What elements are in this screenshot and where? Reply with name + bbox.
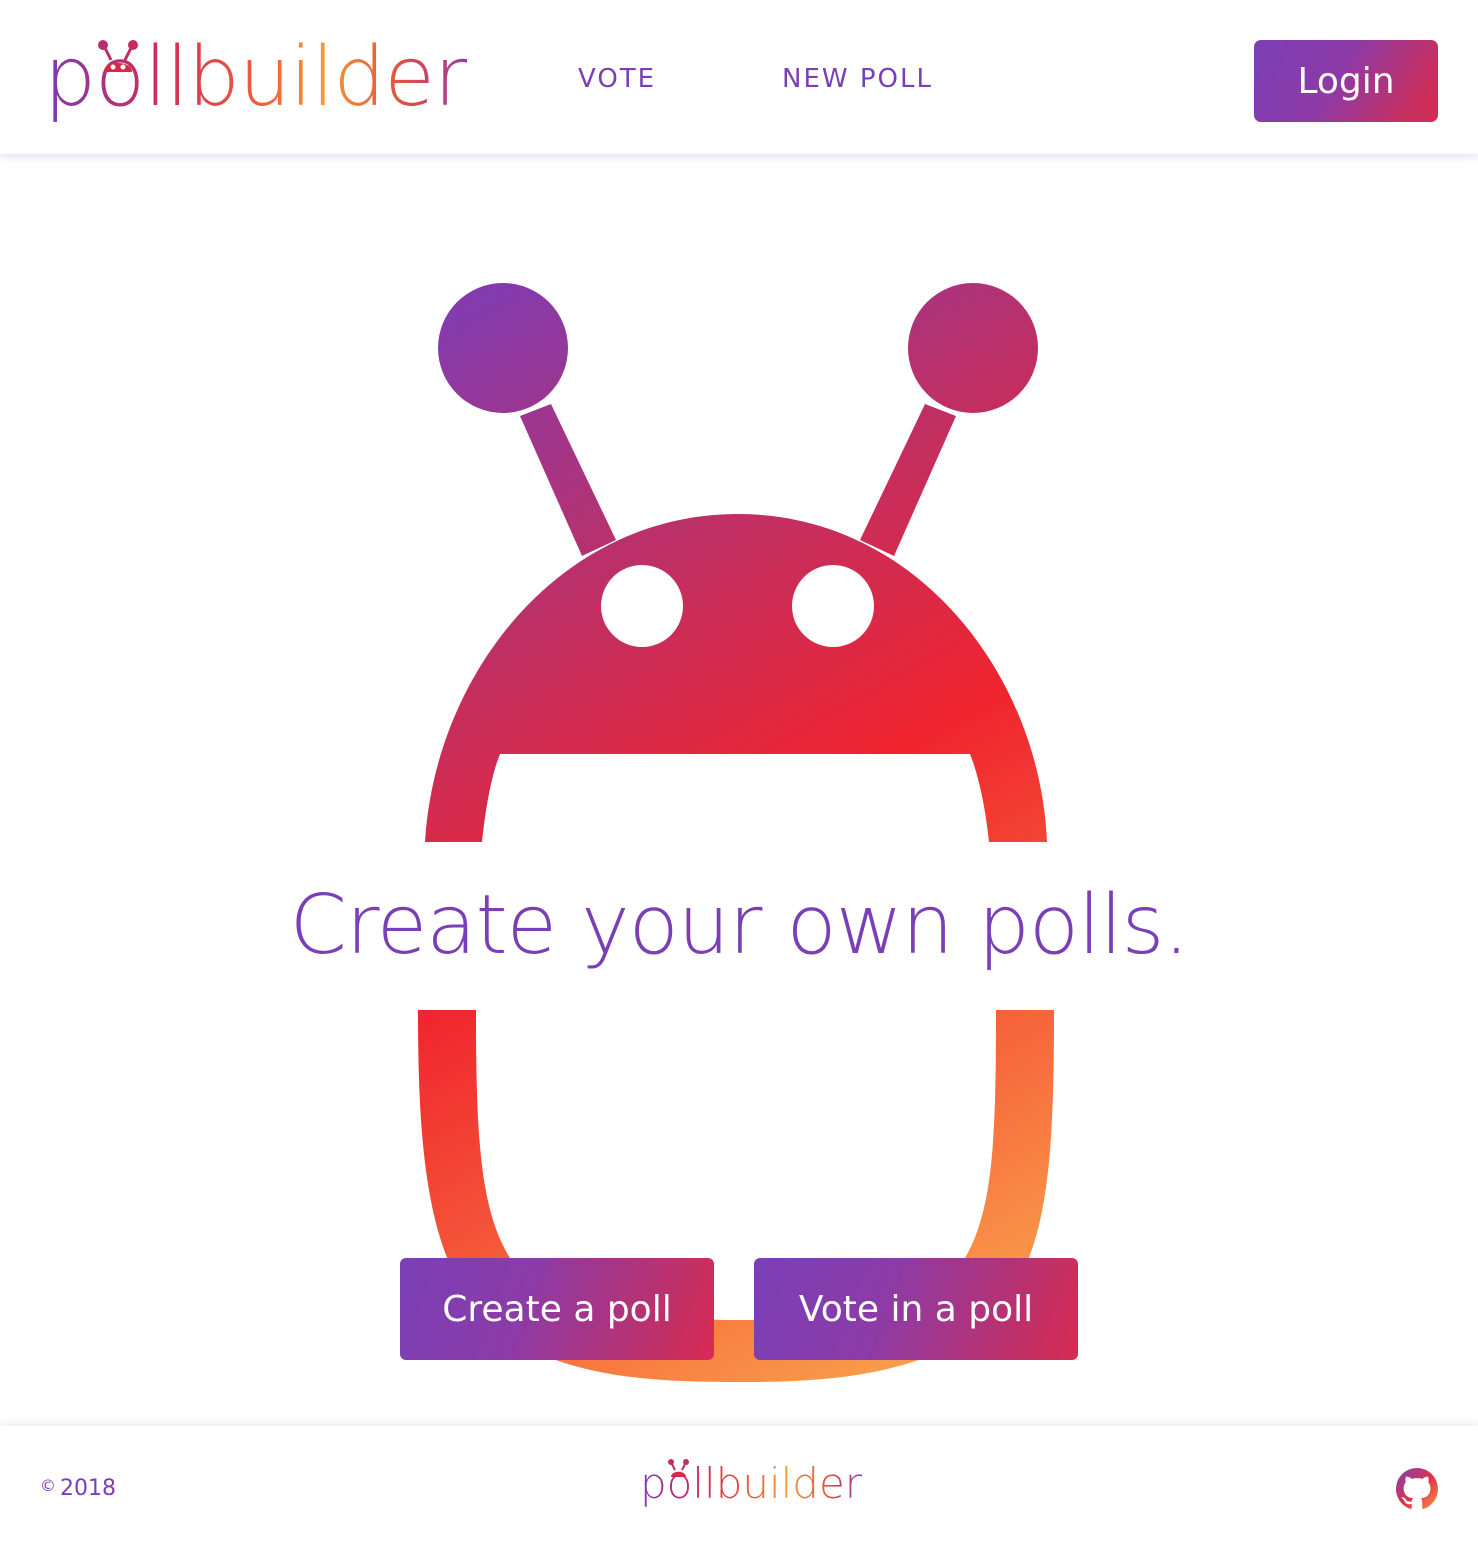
nav-new-poll-link[interactable]: NEW POLL	[782, 64, 933, 94]
bug-head	[425, 514, 1047, 842]
antenna-right	[860, 283, 1038, 556]
footer-logo[interactable]: pollbuilder	[640, 1456, 862, 1516]
hero-section: Create your own polls. Create a poll Vot…	[0, 154, 1478, 1426]
bug-mascot-illustration	[418, 283, 1054, 1382]
site-footer: © 2018 pollbuilder	[0, 1426, 1478, 1558]
github-icon[interactable]	[1396, 1468, 1438, 1510]
copyright-year: 2018	[60, 1476, 116, 1501]
footer-logo-bug-icon	[668, 1459, 689, 1477]
create-poll-button[interactable]: Create a poll	[400, 1258, 714, 1360]
copyright: © 2018	[40, 1476, 116, 1501]
copyright-symbol: ©	[40, 1476, 56, 1495]
antenna-left	[438, 283, 616, 556]
vote-poll-button[interactable]: Vote in a poll	[754, 1258, 1078, 1360]
login-button[interactable]: Login	[1254, 40, 1438, 122]
header-logo[interactable]: pollbuilder	[44, 30, 468, 134]
site-header: pollbuilder VOTE NEW POLL Login	[0, 0, 1478, 154]
nav-vote-link[interactable]: VOTE	[578, 64, 656, 94]
logo-bug-icon	[98, 40, 138, 72]
hero-title: Create your own polls.	[289, 878, 1190, 973]
